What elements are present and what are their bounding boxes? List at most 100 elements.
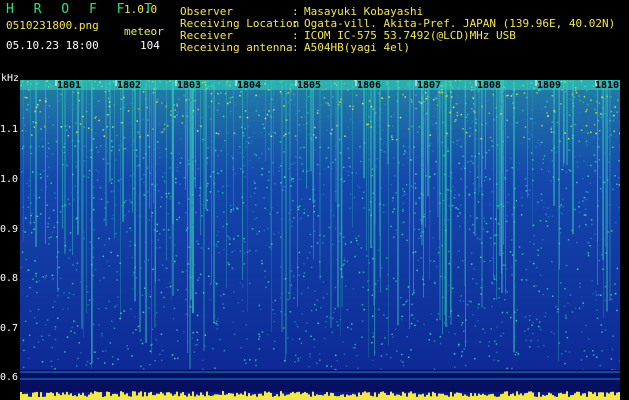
spectrogram-pixel: [233, 250, 236, 252]
spectrogram-baseline-bar: [68, 394, 70, 400]
spectrogram-pixel: [562, 206, 565, 208]
spectrogram-pixel: [493, 99, 495, 102]
spectrogram-pixel: [83, 175, 85, 178]
spectrogram-pixel: [516, 93, 518, 95]
spectrogram-pixel: [593, 123, 596, 126]
spectrogram-pixel: [375, 165, 377, 168]
spectrogram-pixel: [489, 136, 492, 139]
spectrogram-pixel: [290, 284, 292, 286]
spectrogram-pixel: [557, 308, 559, 310]
spectrogram-pixel: [267, 148, 270, 150]
spectrogram-pixel: [269, 213, 271, 215]
spectrogram-pixel: [355, 172, 357, 174]
spectrogram-pixel: [57, 358, 59, 360]
spectrogram-pixel: [296, 139, 298, 141]
spectrogram-pixel: [157, 190, 160, 192]
spectrogram-pixel: [545, 312, 547, 314]
spectrogram-pixel: [229, 204, 232, 207]
spectrogram-pixel: [41, 138, 43, 140]
spectrogram-pixel: [616, 111, 618, 113]
spectrogram-baseline-bar: [24, 393, 26, 400]
spectrogram-pixel: [406, 239, 408, 242]
spectrogram-pixel: [173, 307, 176, 310]
spectrogram-pixel: [174, 357, 176, 360]
spectrogram-pixel: [613, 114, 615, 117]
spectrogram-pixel: [156, 230, 158, 232]
spectrogram-pixel: [523, 118, 525, 120]
spectrogram-pixel: [274, 105, 276, 108]
spectrogram-baseline-bar: [190, 395, 192, 400]
spectrogram-pixel: [192, 158, 194, 161]
spectrogram-baseline-bar: [314, 395, 316, 400]
spectrogram-pixel: [510, 316, 512, 319]
spectrogram-pixel: [429, 333, 432, 335]
spectrogram-pixel: [212, 171, 215, 173]
spectrogram-pixel: [492, 93, 494, 96]
spectrogram-pixel: [263, 197, 265, 199]
spectrogram-pixel: [165, 267, 167, 269]
spectrogram-pixel: [240, 90, 242, 93]
spectrogram-pixel: [497, 205, 499, 207]
spectrogram-pixel: [152, 128, 154, 130]
spectrogram-baseline-bar: [420, 394, 422, 400]
spectrogram-pixel: [206, 162, 208, 164]
spectrogram-pixel: [619, 360, 620, 362]
spectrogram-pixel: [611, 188, 614, 191]
spectrogram-pixel: [590, 237, 592, 240]
spectrogram-pixel: [506, 95, 508, 97]
spectrogram-pixel: [91, 129, 93, 131]
spectrogram-pixel: [296, 325, 299, 328]
spectrogram-streak: [496, 80, 497, 301]
spectrogram-pixel: [309, 251, 311, 254]
spectrogram-pixel: [555, 151, 557, 154]
spectrogram-pixel: [566, 336, 569, 339]
spectrogram-pixel: [40, 177, 42, 179]
spectrogram-pixel: [75, 269, 78, 271]
spectrogram-pixel: [33, 228, 35, 230]
spectrogram-pixel: [401, 353, 403, 356]
spectrogram-pixel: [73, 91, 75, 93]
spectrogram-pixel: [586, 355, 588, 358]
spectrogram-pixel: [217, 154, 219, 157]
x-tick-label: 1806: [357, 80, 382, 91]
spectrogram-pixel: [216, 320, 218, 322]
spectrogram-baseline-bar: [196, 394, 198, 400]
spectrogram-pixel: [192, 331, 194, 334]
spectrogram-pixel: [433, 281, 436, 284]
spectrogram-pixel: [145, 111, 147, 113]
spectrogram-baseline-bar: [384, 392, 386, 400]
spectrogram-pixel: [342, 264, 344, 267]
spectrogram-pixel: [273, 233, 275, 235]
spectrogram-baseline-bar: [36, 391, 38, 400]
spectrogram-pixel: [309, 353, 311, 355]
spectrogram-streak: [481, 80, 482, 188]
spectrogram-baseline-bar: [92, 393, 94, 400]
spectrogram-baseline-bar: [186, 396, 188, 400]
spectrogram-baseline-bar: [236, 392, 238, 400]
spectrogram-pixel: [234, 111, 237, 114]
spectrogram-pixel: [527, 193, 530, 196]
spectrogram-pixel: [71, 226, 74, 228]
spectrogram-pixel: [301, 198, 303, 200]
spectrogram-pixel: [460, 355, 463, 357]
spectrogram-pixel: [113, 125, 116, 128]
spectrogram-pixel: [102, 129, 104, 131]
spectrogram-pixel: [310, 309, 313, 312]
spectrogram-pixel: [162, 176, 164, 178]
spectrogram-pixel: [26, 182, 28, 185]
spectrogram-baseline-bar: [106, 391, 108, 400]
spectrogram-pixel: [394, 175, 396, 177]
spectrogram-baseline-bar: [582, 393, 584, 400]
spectrogram-pixel: [200, 97, 203, 99]
spectrogram-pixel: [587, 242, 589, 244]
x-tick-label: 1802: [117, 80, 142, 91]
spectrogram-baseline-bar: [150, 391, 152, 400]
spectrogram-pixel: [39, 99, 41, 102]
spectrogram-pixel: [244, 176, 246, 178]
spectrogram-pixel: [362, 271, 365, 273]
spectrogram-pixel: [66, 336, 69, 338]
spectrogram-pixel: [291, 225, 293, 227]
spectrogram-pixel: [465, 95, 467, 97]
spectrogram-pixel: [404, 303, 406, 306]
spectrogram-pixel: [391, 135, 393, 137]
